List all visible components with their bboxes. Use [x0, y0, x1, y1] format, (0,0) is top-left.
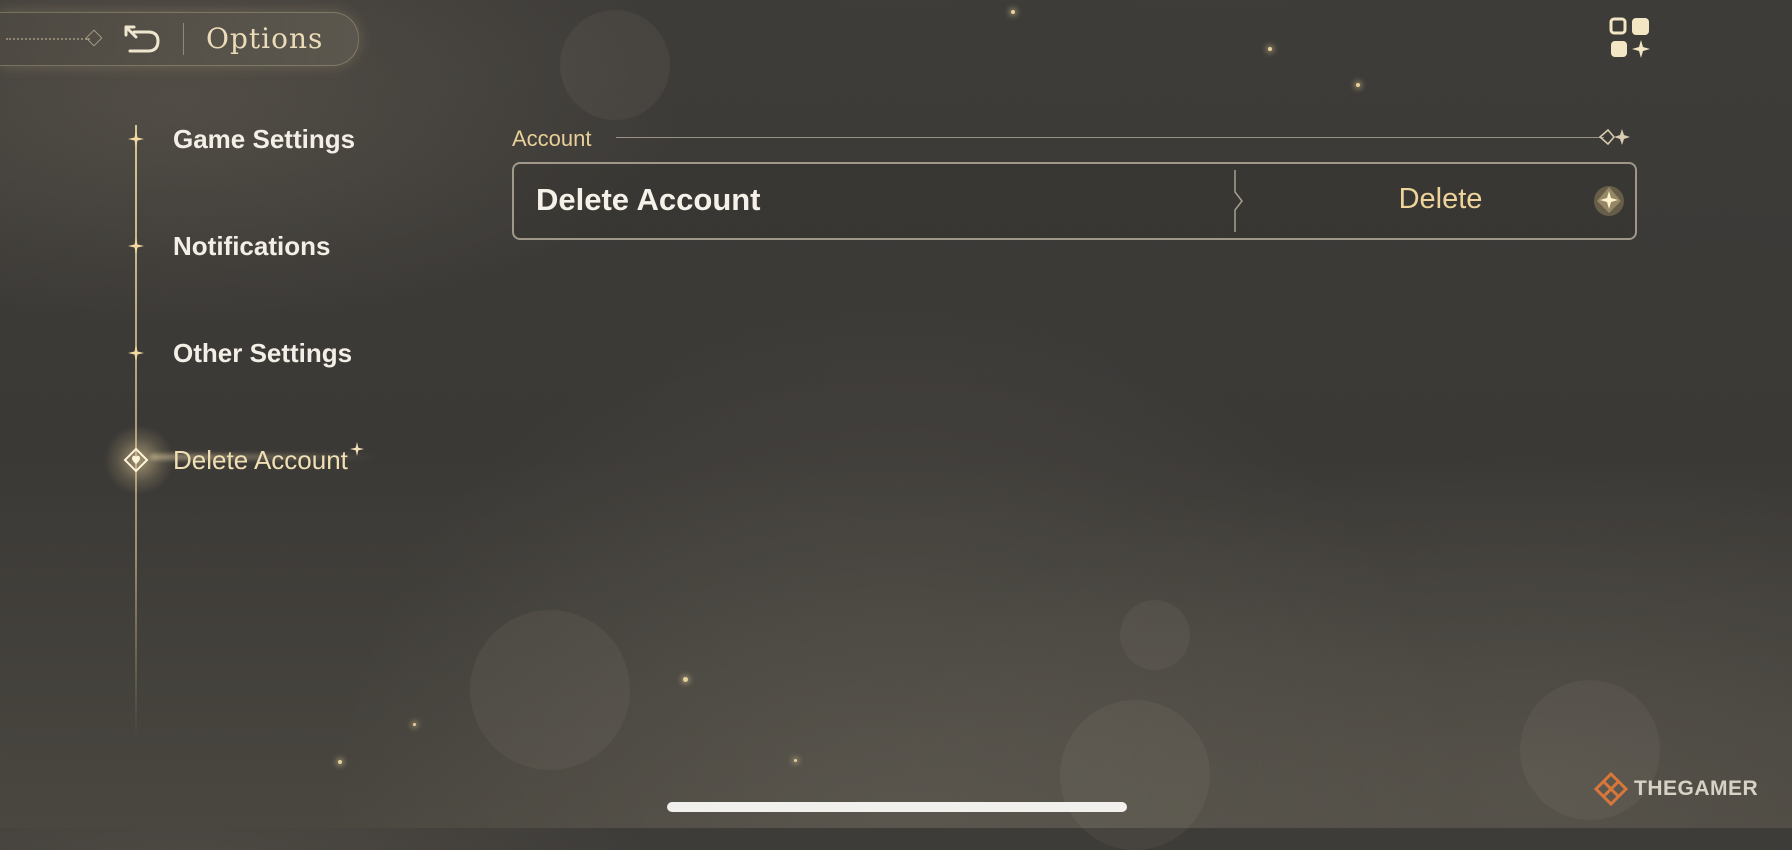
delete-button-label: Delete	[1398, 183, 1483, 215]
background-bokeh	[560, 10, 670, 120]
grid-menu-icon	[1609, 17, 1650, 58]
back-button[interactable]	[120, 23, 162, 55]
page-title: Options	[206, 22, 324, 55]
header-ornament	[6, 38, 90, 40]
active-heart-diamond-icon	[118, 442, 154, 478]
setting-label: Delete Account	[536, 182, 761, 217]
background-sparkle	[338, 760, 342, 764]
sparkle-icon	[118, 121, 154, 157]
sidebar-item-label: Game Settings	[173, 123, 356, 154]
sidebar-item-notifications[interactable]: Notifications	[118, 226, 330, 266]
sidebar-item-label: Other Settings	[173, 337, 353, 368]
header-bar: Options	[0, 12, 359, 66]
sparkle-icon	[118, 228, 154, 264]
row-divider	[1234, 170, 1243, 232]
thegamer-logo-icon	[1594, 772, 1628, 806]
grid-menu-button[interactable]	[1608, 16, 1654, 62]
sidebar-item-delete-account[interactable]: Delete Account	[118, 440, 364, 480]
section-divider	[616, 137, 1604, 138]
header-ornament	[85, 29, 103, 47]
background-bokeh	[470, 610, 630, 770]
sparkle-icon	[349, 442, 364, 456]
background-sparkle	[413, 723, 416, 726]
background-sparkle	[1268, 47, 1272, 51]
background-sparkle	[1011, 10, 1015, 14]
section-title: Account	[512, 126, 592, 151]
sidebar-item-other-settings[interactable]: Other Settings	[118, 333, 352, 373]
ornament-icon	[1598, 128, 1630, 146]
delete-button[interactable]: Delete	[1246, 164, 1635, 238]
watermark: THEGAMER	[1594, 772, 1758, 806]
background-sparkle	[683, 677, 688, 682]
sparkle-icon	[118, 335, 154, 371]
sparkle-diamond-icon	[1594, 186, 1624, 216]
sidebar-item-label: Notifications	[173, 230, 331, 261]
delete-account-row: Delete Account Delete	[512, 162, 1637, 240]
watermark-text: THEGAMER	[1634, 777, 1759, 800]
sidebar-item-label: Delete Account	[173, 444, 348, 475]
background-sparkle	[1356, 83, 1360, 87]
sidebar-item-game-settings[interactable]: Game Settings	[118, 119, 355, 159]
back-arrow-icon	[124, 25, 160, 53]
home-indicator[interactable]	[667, 802, 1127, 812]
background-bokeh	[1120, 600, 1190, 670]
background-sparkle	[794, 759, 797, 762]
header-divider	[183, 23, 184, 55]
